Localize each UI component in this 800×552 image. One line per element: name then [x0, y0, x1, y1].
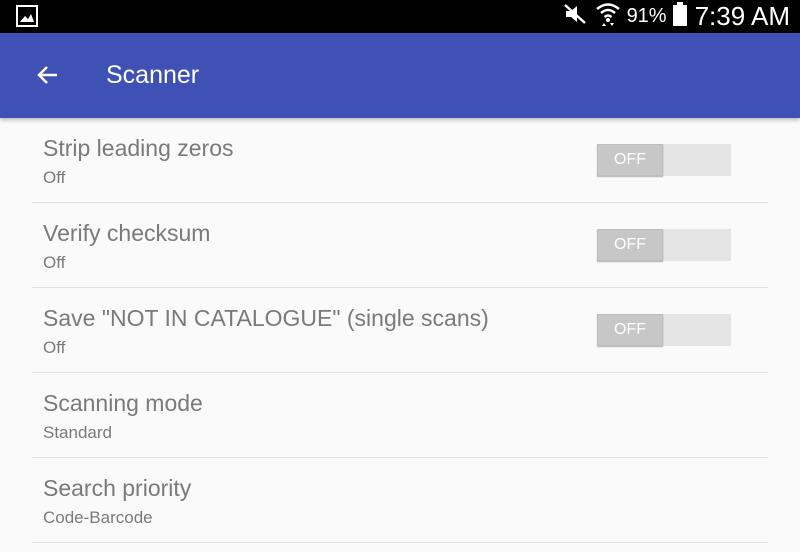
setting-scanning-mode[interactable]: Scanning mode Standard: [32, 373, 768, 458]
setting-search-priority[interactable]: Search priority Code-Barcode: [32, 458, 768, 543]
setting-summary: Standard: [43, 423, 112, 442]
battery-percent: 91%: [626, 5, 667, 27]
page-title: Scanner: [106, 61, 200, 89]
setting-title: Verify checksum: [43, 220, 211, 246]
setting-title: Strip leading zeros: [43, 135, 234, 161]
setting-summary: Code-Barcode: [43, 508, 153, 527]
setting-strip-leading-zeros[interactable]: Strip leading zeros Off OFF: [32, 118, 768, 203]
settings-list: Strip leading zeros Off OFF Verify check…: [32, 118, 768, 543]
arrow-back-icon: [37, 66, 57, 84]
setting-title: Search priority: [43, 475, 192, 501]
setting-verify-checksum[interactable]: Verify checksum Off OFF: [32, 203, 768, 288]
setting-save-not-in-catalogue[interactable]: Save "NOT IN CATALOGUE" (single scans) O…: [32, 288, 768, 373]
setting-title: Scanning mode: [43, 390, 203, 416]
battery-icon: [672, 2, 687, 31]
toggle-label: OFF: [597, 314, 663, 346]
setting-summary: Off: [43, 253, 66, 272]
back-button[interactable]: [30, 57, 66, 93]
setting-title: Save "NOT IN CATALOGUE" (single scans): [43, 305, 489, 331]
clock: 7:39 AM: [694, 1, 790, 31]
status-bar: 91% 7:39 AM: [0, 0, 800, 33]
wifi-icon: [595, 0, 621, 33]
verify-checksum-toggle[interactable]: OFF: [597, 229, 731, 261]
app-bar: Scanner: [0, 33, 800, 118]
gallery-notification-icon: [16, 5, 38, 27]
strip-leading-zeros-toggle[interactable]: OFF: [597, 144, 731, 176]
setting-summary: Off: [43, 168, 66, 187]
save-not-in-catalogue-toggle[interactable]: OFF: [597, 314, 731, 346]
setting-summary: Off: [43, 338, 66, 357]
toggle-label: OFF: [597, 229, 663, 261]
toggle-label: OFF: [597, 144, 663, 176]
mute-icon: [563, 3, 589, 30]
